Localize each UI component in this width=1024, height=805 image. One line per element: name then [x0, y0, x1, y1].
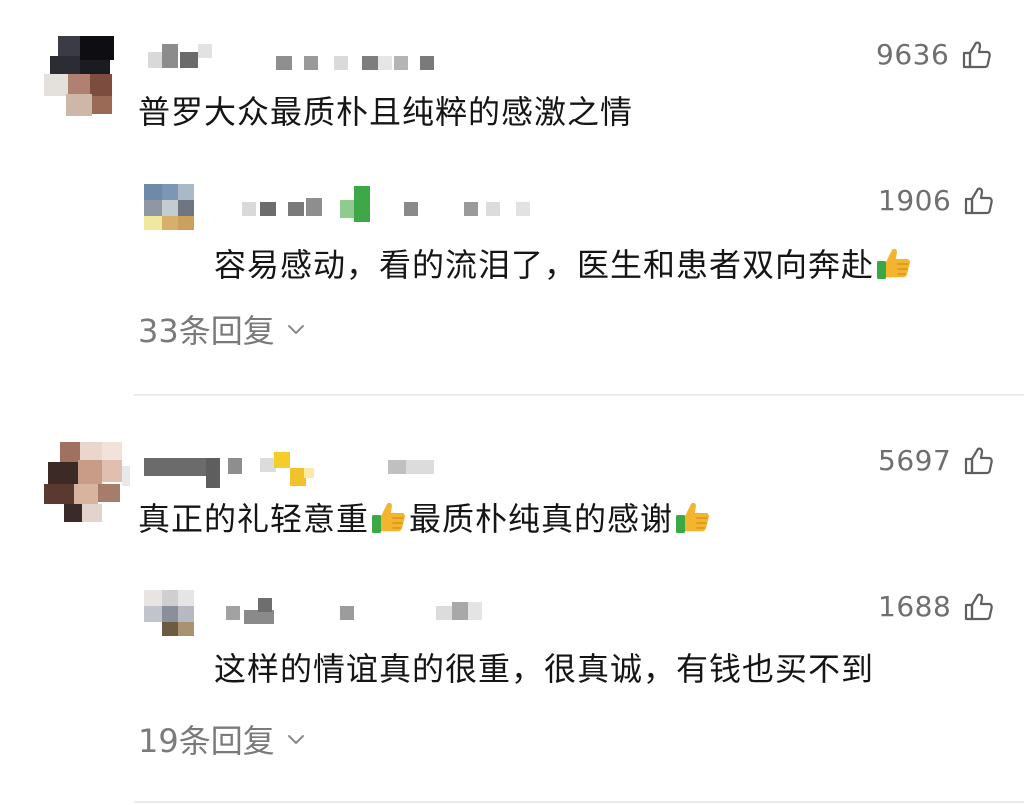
reply-like-button[interactable]: 1688 — [878, 590, 995, 623]
comment-text: 普罗大众最质朴且纯粹的感激之情 — [138, 93, 634, 131]
like-count: 9636 — [876, 38, 950, 71]
avatar[interactable] — [44, 442, 130, 524]
like-button[interactable]: 5697 — [878, 444, 995, 477]
like-count: 5697 — [878, 444, 952, 477]
avatar[interactable] — [44, 36, 120, 120]
thumbs-up-outline-icon — [963, 41, 992, 68]
thumbs-up-outline-icon — [965, 447, 994, 474]
thumbs-up-outline-icon — [965, 593, 994, 620]
comment-text: 真正的礼轻意重 最质朴纯真的感谢 — [138, 494, 713, 540]
comment-divider — [134, 801, 1024, 803]
reply-avatar[interactable] — [144, 184, 196, 232]
chevron-down-icon — [287, 325, 304, 334]
replies-count: 33条回复 — [138, 312, 275, 350]
reply-like-count: 1688 — [878, 590, 952, 623]
view-replies-link[interactable]: 19条回复 — [138, 716, 307, 762]
reply-username[interactable] — [230, 186, 550, 226]
reply-avatar[interactable] — [144, 590, 196, 638]
thumbs-up-emoji-icon — [372, 502, 405, 533]
thumbs-up-emoji-icon — [877, 248, 910, 279]
comment-divider — [134, 394, 1024, 396]
thumbs-up-emoji-icon — [676, 502, 709, 533]
reply-like-button[interactable]: 1906 — [878, 184, 995, 217]
reply-text: 这样的情谊真的很重，很真诚，有钱也买不到 — [214, 650, 875, 688]
replies-count: 19条回复 — [138, 722, 275, 760]
reply-text: 容易感动，看的流泪了，医生和患者双向奔赴 — [214, 240, 914, 286]
username[interactable] — [144, 40, 464, 74]
like-button[interactable]: 9636 — [876, 38, 993, 71]
username[interactable] — [144, 450, 464, 494]
reply-username[interactable] — [226, 596, 506, 630]
chevron-down-icon — [287, 735, 304, 744]
view-replies-link[interactable]: 33条回复 — [138, 306, 307, 352]
thumbs-up-outline-icon — [965, 187, 994, 214]
reply-like-count: 1906 — [878, 184, 952, 217]
